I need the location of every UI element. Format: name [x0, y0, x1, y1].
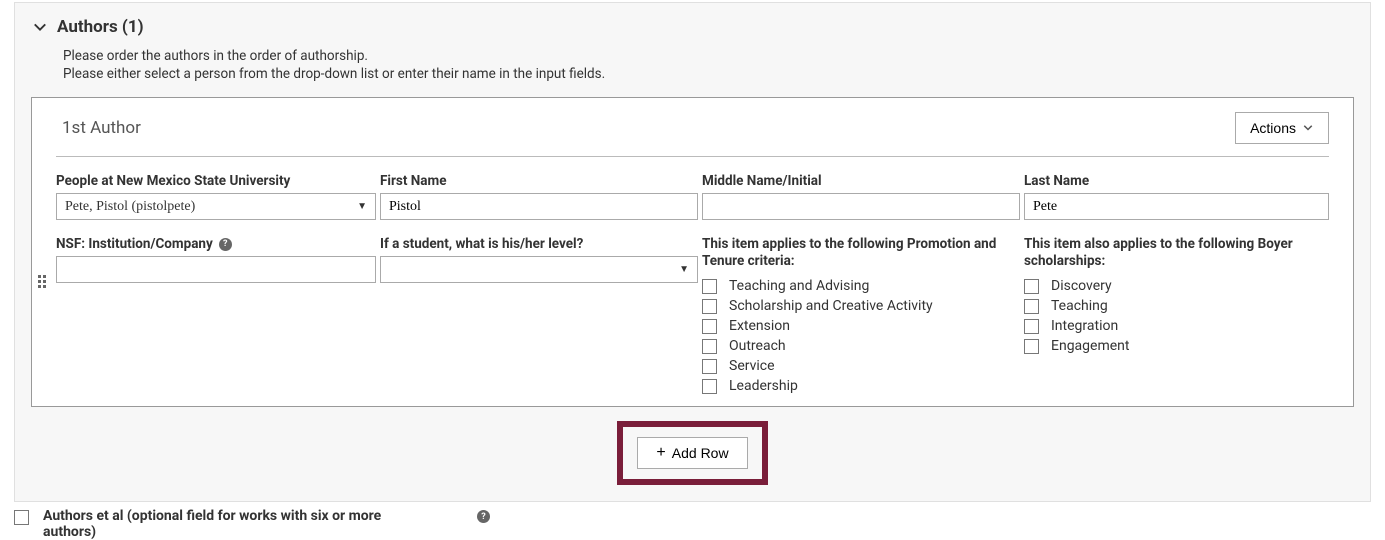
- field-student-level: If a student, what is his/her level? ▼: [380, 236, 698, 283]
- drag-handle-icon[interactable]: [38, 275, 46, 288]
- field-people: People at New Mexico State University Pe…: [56, 173, 376, 220]
- promotion-option: Leadership: [702, 378, 1020, 394]
- checkbox[interactable]: [1024, 339, 1039, 354]
- authors-et-al-row: Authors et al (optional field for works …: [0, 502, 1385, 540]
- chevron-down-icon: [33, 20, 47, 34]
- author-ordinal: 1st Author: [62, 118, 141, 138]
- promotion-checklist: Teaching and Advising Scholarship and Cr…: [702, 278, 1020, 394]
- section-instructions: Please order the authors in the order of…: [15, 41, 655, 97]
- people-select[interactable]: Pete, Pistol (pistolpete) ▼: [56, 193, 376, 220]
- promotion-label: This item applies to the following Promo…: [702, 236, 1020, 270]
- dropdown-caret-icon: ▼: [679, 264, 689, 275]
- promotion-option: Outreach: [702, 338, 1020, 354]
- student-level-label: If a student, what is his/her level?: [380, 236, 698, 252]
- field-boyer: This item also applies to the following …: [1024, 236, 1329, 354]
- checkbox[interactable]: [1024, 279, 1039, 294]
- boyer-option: Engagement: [1024, 338, 1329, 354]
- middle-name-label: Middle Name/Initial: [702, 173, 1020, 189]
- authors-et-al-label: Authors et al (optional field for works …: [43, 508, 413, 540]
- actions-button[interactable]: Actions: [1235, 112, 1329, 144]
- boyer-option: Teaching: [1024, 298, 1329, 314]
- boyer-option-label: Discovery: [1051, 278, 1112, 294]
- promotion-option-label: Outreach: [729, 338, 786, 354]
- last-name-label: Last Name: [1024, 173, 1329, 189]
- promotion-option: Extension: [702, 318, 1020, 334]
- promotion-option: Scholarship and Creative Activity: [702, 298, 1020, 314]
- author-card: 1st Author Actions People at New Mexico …: [31, 97, 1354, 407]
- first-name-label: First Name: [380, 173, 698, 189]
- authors-section: Authors (1) Please order the authors in …: [14, 2, 1371, 502]
- field-first-name: First Name: [380, 173, 698, 220]
- student-level-select[interactable]: ▼: [380, 256, 698, 283]
- actions-label: Actions: [1250, 120, 1296, 136]
- boyer-option-label: Engagement: [1051, 338, 1129, 354]
- boyer-label: This item also applies to the following …: [1024, 236, 1329, 270]
- boyer-option: Discovery: [1024, 278, 1329, 294]
- checkbox[interactable]: [702, 279, 717, 294]
- people-label: People at New Mexico State University: [56, 173, 376, 189]
- field-promotion: This item applies to the following Promo…: [702, 236, 1020, 394]
- help-icon[interactable]: ?: [219, 238, 232, 251]
- field-nsf: NSF: Institution/Company ?: [56, 236, 376, 283]
- boyer-option: Integration: [1024, 318, 1329, 334]
- promotion-option-label: Extension: [729, 318, 790, 334]
- field-middle-name: Middle Name/Initial: [702, 173, 1020, 220]
- promotion-option-label: Teaching and Advising: [729, 278, 869, 294]
- add-row-container: + Add Row: [15, 407, 1370, 501]
- boyer-checklist: Discovery Teaching Integration Engagemen…: [1024, 278, 1329, 354]
- promotion-option-label: Service: [729, 358, 775, 374]
- dropdown-caret-icon: ▼: [357, 201, 367, 212]
- last-name-input[interactable]: [1024, 193, 1329, 220]
- checkbox[interactable]: [702, 339, 717, 354]
- boyer-option-label: Teaching: [1051, 298, 1108, 314]
- instruction-line-2: Please either select a person from the d…: [63, 65, 637, 83]
- checkbox[interactable]: [702, 379, 717, 394]
- add-row-button[interactable]: + Add Row: [637, 437, 747, 469]
- author-card-header: 1st Author Actions: [56, 112, 1329, 157]
- boyer-option-label: Integration: [1051, 318, 1118, 334]
- checkbox[interactable]: [1024, 319, 1039, 334]
- instruction-line-1: Please order the authors in the order of…: [63, 47, 637, 65]
- author-fields-grid: People at New Mexico State University Pe…: [56, 173, 1329, 394]
- section-header-toggle[interactable]: Authors (1): [15, 3, 1370, 41]
- promotion-option-label: Leadership: [729, 378, 798, 394]
- section-title: Authors (1): [57, 17, 144, 37]
- promotion-option: Service: [702, 358, 1020, 374]
- chevron-down-icon: [1302, 122, 1314, 134]
- plus-icon: +: [656, 445, 665, 461]
- people-select-value: Pete, Pistol (pistolpete): [65, 199, 195, 215]
- checkbox[interactable]: [702, 359, 717, 374]
- help-icon[interactable]: ?: [477, 510, 490, 523]
- checkbox[interactable]: [702, 319, 717, 334]
- first-name-input[interactable]: [380, 193, 698, 220]
- nsf-label: NSF: Institution/Company ?: [56, 236, 376, 252]
- add-row-label: Add Row: [672, 445, 729, 461]
- add-row-highlight: + Add Row: [617, 421, 767, 485]
- field-last-name: Last Name: [1024, 173, 1329, 220]
- checkbox[interactable]: [702, 299, 717, 314]
- authors-et-al-checkbox[interactable]: [14, 510, 29, 525]
- promotion-option: Teaching and Advising: [702, 278, 1020, 294]
- nsf-input[interactable]: [56, 256, 376, 283]
- checkbox[interactable]: [1024, 299, 1039, 314]
- middle-name-input[interactable]: [702, 193, 1020, 220]
- promotion-option-label: Scholarship and Creative Activity: [729, 298, 933, 314]
